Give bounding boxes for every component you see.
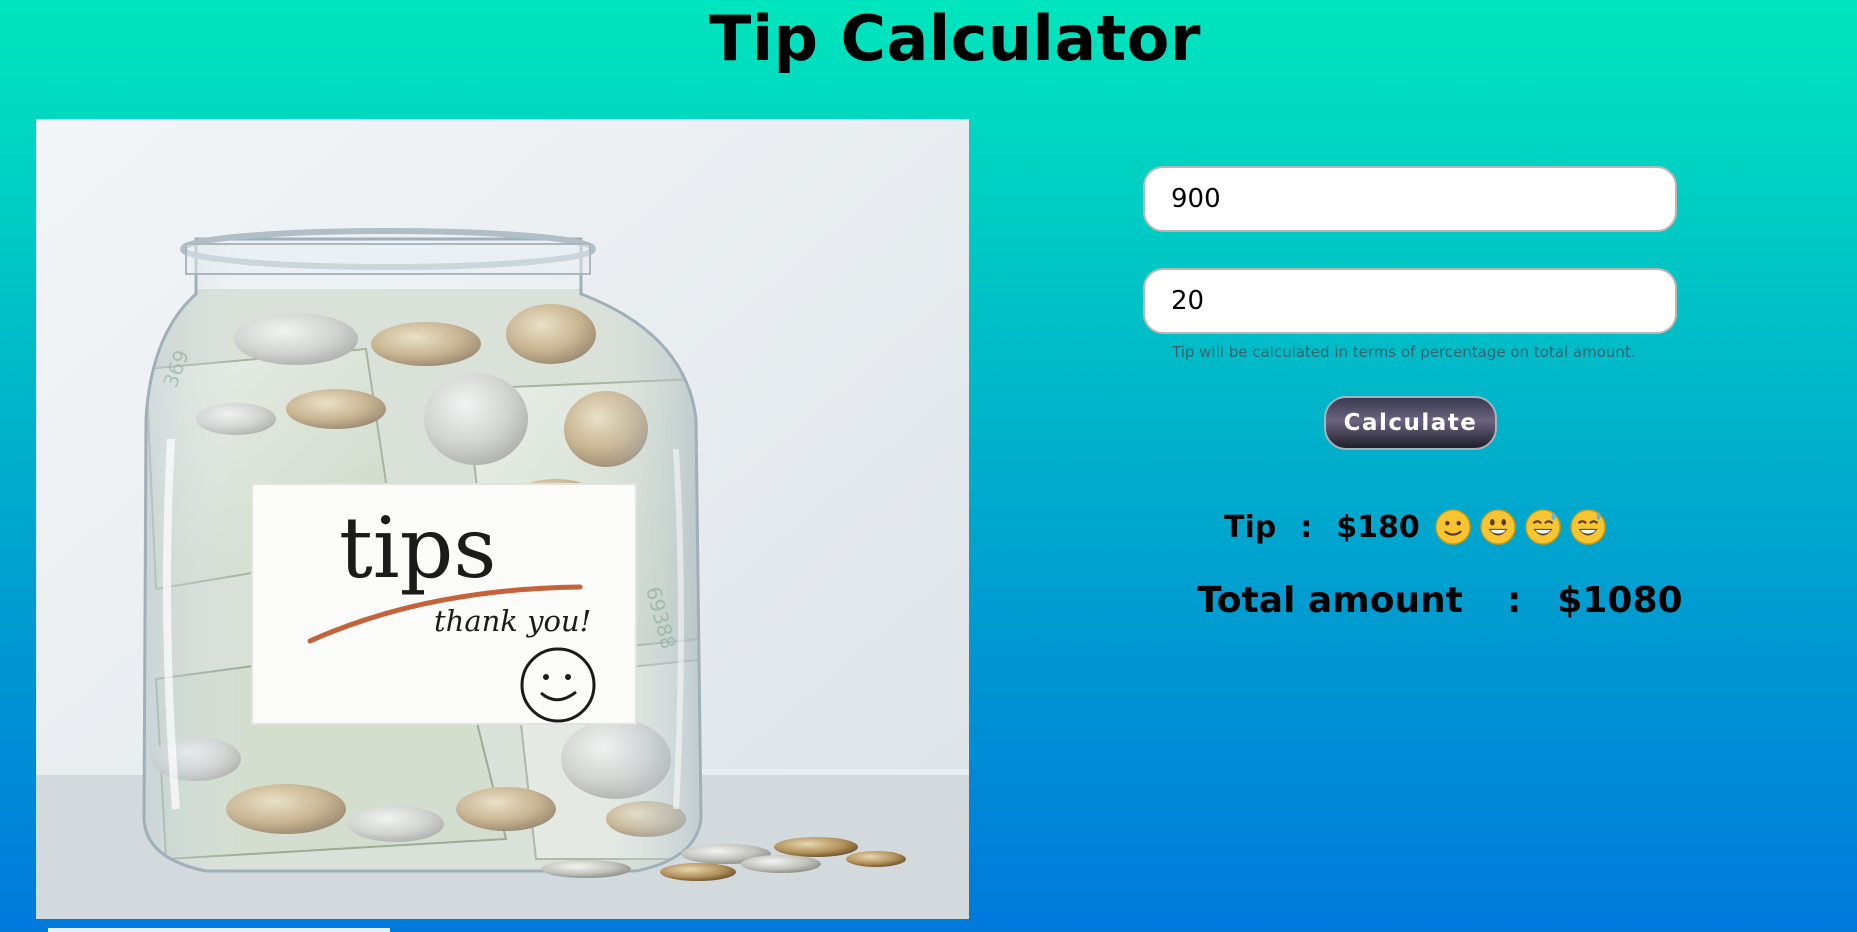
tip-percent-input[interactable]: [1143, 268, 1677, 334]
tip-hint-text: Tip will be calculated in terms of perce…: [1172, 343, 1636, 361]
tip-value: $180: [1336, 509, 1420, 545]
grinning-sweat-face-icon: [1524, 508, 1562, 546]
tip-label: Tip: [1224, 509, 1277, 545]
page-title: Tip Calculator: [709, 2, 1201, 75]
total-result: Total amount : $1080: [1197, 577, 1683, 623]
calculate-button[interactable]: Calculate: [1324, 396, 1497, 450]
emoji-row: [1434, 508, 1614, 546]
tip-result: Tip : $180: [1224, 504, 1614, 550]
jar-label-word: tips: [339, 499, 497, 597]
grinning-face-icon: [1479, 508, 1517, 546]
total-label: Total amount: [1197, 579, 1463, 621]
bill-amount-input[interactable]: [1143, 166, 1677, 232]
grinning-sweat-face-icon: [1569, 508, 1607, 546]
slightly-smiling-face-icon: [1434, 508, 1472, 546]
tip-jar-image: 369 69388 tips: [36, 119, 969, 919]
total-separator: :: [1506, 579, 1522, 621]
horizontal-scrollbar[interactable]: [48, 928, 390, 932]
total-value: $1080: [1557, 579, 1683, 621]
jar-label-note: thank you!: [434, 604, 591, 638]
tip-separator: :: [1300, 509, 1313, 545]
